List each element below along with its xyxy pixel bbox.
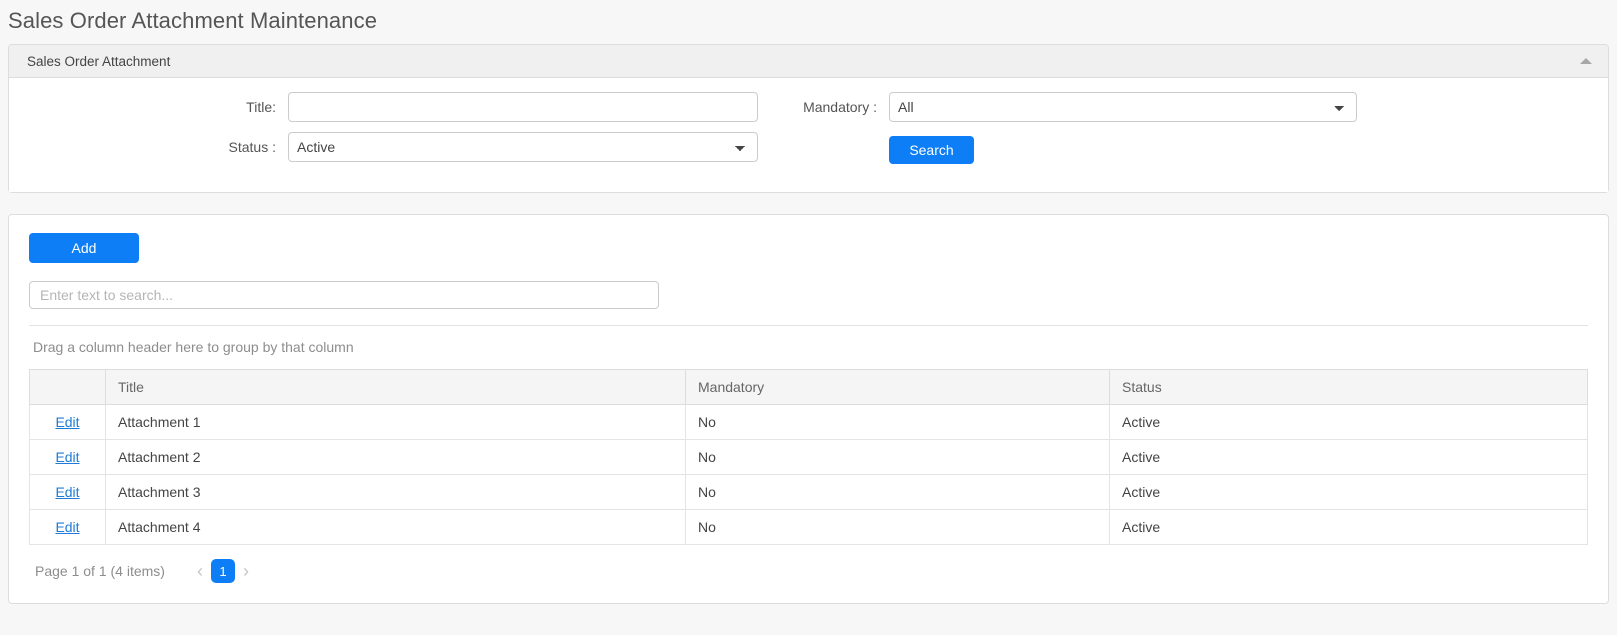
page-title: Sales Order Attachment Maintenance <box>8 8 378 33</box>
table-head: Title Mandatory Status <box>29 369 1588 405</box>
row-action-cell: Edit <box>29 439 106 475</box>
next-page-icon[interactable]: › <box>235 562 257 580</box>
column-header-action[interactable] <box>29 369 106 405</box>
mandatory-select[interactable]: All <box>889 92 1357 122</box>
page-number-button[interactable]: 1 <box>210 559 235 583</box>
mandatory-field-row: Mandatory : All <box>769 92 1608 122</box>
table-body: Edit Attachment 1 No Active Edit Attachm… <box>29 404 1588 545</box>
search-panel-title: Sales Order Attachment <box>27 53 171 69</box>
search-criteria-panel: Sales Order Attachment Title: Status : A… <box>8 44 1609 193</box>
mandatory-label: Mandatory : <box>803 99 877 115</box>
row-action-cell: Edit <box>29 404 106 440</box>
row-title-cell: Attachment 2 <box>105 439 686 475</box>
table-row: Edit Attachment 2 No Active <box>29 439 1588 475</box>
grid-search-input[interactable] <box>29 281 659 309</box>
search-button[interactable]: Search <box>889 136 974 164</box>
page-root: Sales Order Attachment Maintenance Sales… <box>0 0 1617 604</box>
status-label: Status : <box>228 139 276 155</box>
search-button-row: Search <box>769 132 1608 164</box>
status-select[interactable]: Active <box>288 132 758 162</box>
add-button[interactable]: Add <box>29 233 139 263</box>
row-action-cell: Edit <box>29 474 106 510</box>
row-title-cell: Attachment 4 <box>105 509 686 545</box>
row-title-cell: Attachment 3 <box>105 474 686 510</box>
pager: Page 1 of 1 (4 items) ‹ 1 › <box>29 545 1588 583</box>
previous-page-icon[interactable]: ‹ <box>189 562 211 580</box>
criteria-right-column: Mandatory : All Search <box>769 92 1608 174</box>
edit-link[interactable]: Edit <box>55 519 79 535</box>
title-field-row: Title: <box>9 92 769 122</box>
title-label: Title: <box>246 99 276 115</box>
table-row: Edit Attachment 4 No Active <box>29 509 1588 545</box>
edit-link[interactable]: Edit <box>55 449 79 465</box>
column-header-title[interactable]: Title <box>105 369 686 405</box>
row-mandatory-cell: No <box>685 474 1110 510</box>
search-panel-header[interactable]: Sales Order Attachment <box>9 45 1608 78</box>
group-by-hint: Drag a column header here to group by th… <box>33 339 354 355</box>
grid-body: Add Drag a column header here to group b… <box>9 215 1608 603</box>
attachments-table: Title Mandatory Status Edit Attachment 1… <box>29 369 1588 545</box>
row-status-cell: Active <box>1109 474 1588 510</box>
chevron-up-icon[interactable] <box>1580 58 1592 64</box>
pager-info: Page 1 of 1 (4 items) <box>35 563 165 579</box>
edit-link[interactable]: Edit <box>55 414 79 430</box>
row-status-cell: Active <box>1109 439 1588 475</box>
table-row: Edit Attachment 3 No Active <box>29 474 1588 510</box>
search-criteria-body: Title: Status : Active Mandatory : All S… <box>9 78 1608 192</box>
criteria-left-column: Title: Status : Active <box>9 92 769 172</box>
edit-link[interactable]: Edit <box>55 484 79 500</box>
row-mandatory-cell: No <box>685 404 1110 440</box>
table-header-row: Title Mandatory Status <box>29 369 1588 405</box>
row-status-cell: Active <box>1109 509 1588 545</box>
row-mandatory-cell: No <box>685 509 1110 545</box>
grid-panel: Add Drag a column header here to group b… <box>8 214 1609 604</box>
title-input[interactable] <box>288 92 758 122</box>
status-field-row: Status : Active <box>9 132 769 162</box>
column-header-mandatory[interactable]: Mandatory <box>685 369 1110 405</box>
row-mandatory-cell: No <box>685 439 1110 475</box>
row-title-cell: Attachment 1 <box>105 404 686 440</box>
column-header-status[interactable]: Status <box>1109 369 1588 405</box>
row-status-cell: Active <box>1109 404 1588 440</box>
row-action-cell: Edit <box>29 509 106 545</box>
table-row: Edit Attachment 1 No Active <box>29 404 1588 440</box>
